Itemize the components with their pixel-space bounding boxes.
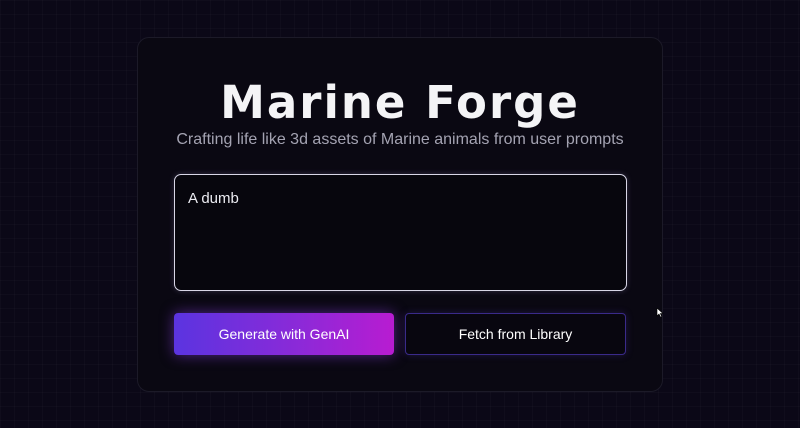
fetch-library-button[interactable]: Fetch from Library bbox=[405, 313, 626, 355]
prompt-input[interactable]: A dumb bbox=[174, 174, 627, 291]
page-title: Marine Forge bbox=[220, 76, 580, 129]
generate-button-label: Generate with GenAI bbox=[218, 326, 350, 342]
mouse-pointer-icon bbox=[656, 308, 664, 318]
fetch-button-label: Fetch from Library bbox=[458, 326, 573, 342]
generate-button[interactable]: Generate with GenAI bbox=[174, 313, 394, 355]
main-card: Marine Forge Crafting life like 3d asset… bbox=[137, 37, 663, 392]
page-subtitle: Crafting life like 3d assets of Marine a… bbox=[176, 131, 624, 148]
